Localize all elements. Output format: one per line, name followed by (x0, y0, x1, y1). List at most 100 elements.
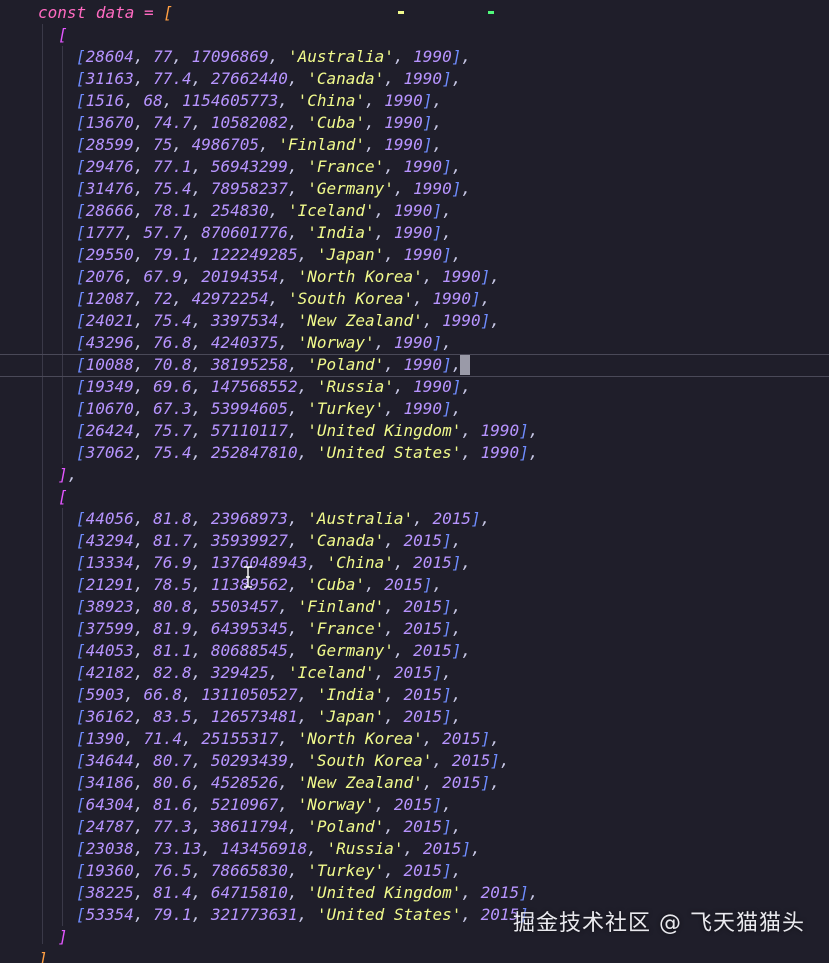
comma-token: , (490, 773, 500, 792)
string-token: 'North Korea' (297, 729, 423, 748)
comma-token: , (133, 619, 154, 638)
bracket-token: [ (76, 399, 86, 418)
comma-token: , (287, 817, 308, 836)
comma-token: , (133, 597, 154, 616)
number-token: 1777 (85, 223, 125, 242)
comma-token: , (393, 377, 414, 396)
bracket-token: ] (451, 377, 462, 396)
number-token: 12087 (85, 289, 134, 308)
number-token: 82.8 (153, 663, 192, 682)
comma-token: , (133, 641, 154, 660)
number-token: 1990 (384, 91, 423, 110)
comma-token: , (172, 47, 192, 66)
comma-token: , (181, 267, 202, 286)
comma-token: , (490, 311, 500, 330)
comma-token: , (384, 157, 404, 176)
comma-token: , (191, 883, 211, 902)
comma-token: , (191, 707, 211, 726)
code-line-row: [31163, 77.4, 27662440, 'Canada', 1990], (0, 68, 461, 90)
comma-token: , (451, 597, 462, 616)
comma-token: , (287, 69, 308, 88)
comma-token: , (480, 509, 491, 528)
bracket-token: [ (76, 773, 86, 792)
string-token: 'Finland' (278, 135, 366, 154)
comma-token: , (451, 531, 462, 550)
bracket-token: [ (76, 817, 86, 836)
number-token: 80688545 (210, 641, 288, 660)
comma-token: , (365, 135, 385, 154)
number-token: 254830 (210, 201, 269, 220)
number-token: 1390 (85, 729, 125, 748)
comma-token: , (191, 443, 211, 462)
bracket-token: ] (480, 773, 491, 792)
bracket-token: ] (432, 223, 443, 242)
comma-token: , (133, 575, 154, 594)
bracket-token: [ (76, 531, 86, 550)
comma-token: , (133, 707, 154, 726)
comma-token: , (191, 531, 211, 550)
comma-token: , (133, 399, 154, 418)
number-token: 31163 (85, 69, 134, 88)
comma-token: , (191, 575, 211, 594)
comma-token: , (133, 663, 154, 682)
comma-token: , (451, 69, 462, 88)
bracket-token: ] (451, 553, 462, 572)
number-token: 43294 (85, 531, 134, 550)
comma-token: , (442, 223, 452, 242)
comma-token: , (422, 311, 443, 330)
number-token: 64715810 (210, 883, 288, 902)
number-token: 1990 (384, 135, 423, 154)
comma-token: , (413, 289, 433, 308)
number-token: 64304 (85, 795, 134, 814)
code-line-row: [5903, 66.8, 1311050527, 'India', 2015], (0, 684, 461, 706)
bracket-token: [ (76, 333, 86, 352)
comma-token: , (422, 267, 443, 286)
comma-token: , (393, 179, 414, 198)
string-token: 'United States' (316, 905, 462, 924)
number-token: 81.6 (153, 795, 192, 814)
string-token: 'China' (297, 91, 365, 110)
comma-token: , (191, 311, 211, 330)
comma-token: , (297, 905, 317, 924)
bracket-token: [ (76, 377, 86, 396)
number-token: 2015 (442, 773, 481, 792)
comma-token: , (268, 663, 288, 682)
code-editor[interactable]: const data = [[[28604, 77, 17096869, 'Au… (0, 0, 829, 963)
number-token: 870601776 (201, 223, 288, 242)
bracket-token: [ (76, 861, 86, 880)
bracket-token: ] (442, 817, 452, 836)
number-token: 81.8 (153, 509, 192, 528)
comma-token: , (365, 91, 385, 110)
number-token: 78958237 (210, 179, 288, 198)
comma-token: , (374, 795, 394, 814)
comma-token: , (133, 333, 154, 352)
comma-token: , (133, 861, 154, 880)
comma-token: , (307, 553, 327, 572)
comma-token: , (278, 795, 298, 814)
number-token: 126573481 (210, 707, 298, 726)
number-token: 1516 (85, 91, 125, 110)
comma-token: , (461, 443, 481, 462)
code-line-row: [64304, 81.6, 5210967, 'Norway', 2015], (0, 794, 452, 816)
number-token: 4240375 (210, 333, 279, 352)
code-line-row: [37599, 81.9, 64395345, 'France', 2015], (0, 618, 461, 640)
comma-token: , (191, 905, 211, 924)
comma-token: , (374, 663, 394, 682)
number-token: 20194354 (201, 267, 279, 286)
bracket-token: [ (76, 113, 86, 132)
number-token: 1990 (403, 245, 443, 264)
number-token: 28599 (85, 135, 134, 154)
comma-token: , (191, 355, 211, 374)
comma-token: , (287, 883, 308, 902)
comma-token: , (461, 377, 471, 396)
code-line-row: [21291, 78.5, 11389562, 'Cuba', 2015], (0, 574, 442, 596)
comma-token: , (133, 377, 154, 396)
code-line-row: [43296, 76.8, 4240375, 'Norway', 1990], (0, 332, 452, 354)
string-token: 'China' (326, 553, 394, 572)
number-token: 19349 (85, 377, 134, 396)
string-token: 'Australia' (307, 509, 414, 528)
number-token: 78665830 (210, 861, 288, 880)
number-token: 38923 (85, 597, 134, 616)
bracket-token: [ (76, 157, 86, 176)
comma-token: , (287, 509, 308, 528)
